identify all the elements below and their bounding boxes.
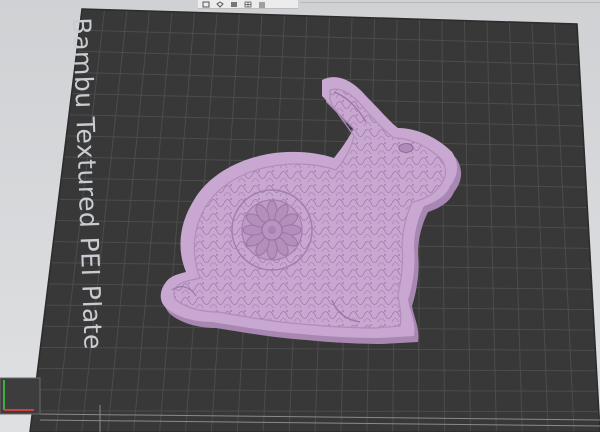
- 3d-viewport[interactable]: Bambu Textured PEI Plate: [0, 0, 600, 432]
- rabbit-eye: [398, 143, 414, 153]
- axis-gizmo: [0, 377, 41, 415]
- mandala-flower: [231, 189, 313, 271]
